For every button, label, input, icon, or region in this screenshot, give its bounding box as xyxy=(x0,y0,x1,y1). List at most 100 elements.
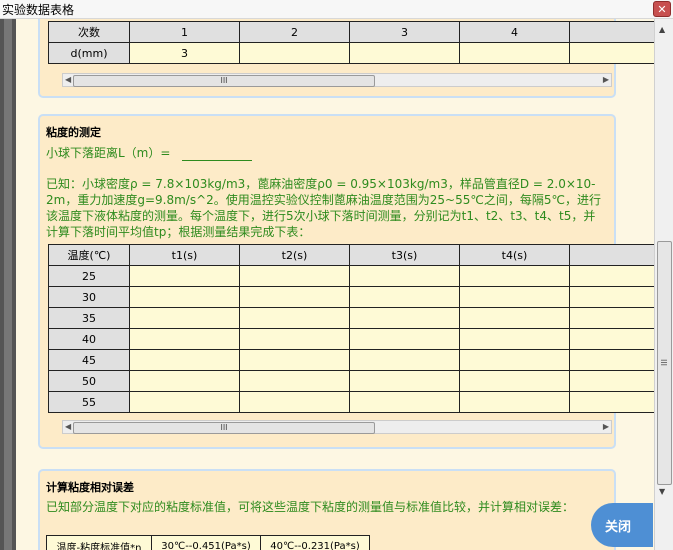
viscosity-panel: 粘度的测定 小球下落距离L（m）= 已知：小球密度ρ = 7.8×103kg/m… xyxy=(38,114,654,449)
column-header: 1 xyxy=(129,21,240,43)
content-area: 次数 1 2 3 4 d(mm) 3 ◀ III ▶ 粘度的测定 小球下落距离L… xyxy=(16,19,654,550)
time-cell[interactable] xyxy=(459,349,570,371)
time-cell[interactable] xyxy=(349,349,460,371)
count-header: 次数 xyxy=(48,21,130,43)
table-row: 温度-粘度标准值*n 30℃--0.451(Pa*s) 40℃--0.231(P… xyxy=(46,535,370,550)
close-button[interactable]: 关闭 xyxy=(591,503,653,547)
time-cell[interactable] xyxy=(459,370,570,392)
time-cell[interactable] xyxy=(129,307,240,329)
viscosity-title: 粘度的测定 xyxy=(46,126,101,139)
time-cell[interactable] xyxy=(239,286,350,308)
relative-error-description: 已知部分温度下对应的粘度标准值，可将这些温度下粘度的测量值与标准值比较，并计算相… xyxy=(46,500,575,514)
temperature-cell: 40 xyxy=(48,328,130,350)
table-row: d(mm) 3 xyxy=(48,42,654,64)
vertical-scroll-thumb[interactable]: III xyxy=(657,241,672,485)
relative-error-panel: 计算粘度相对误差 已知部分温度下对应的粘度标准值，可将这些温度下粘度的测量值与标… xyxy=(38,469,616,550)
relative-error-title: 计算粘度相对误差 xyxy=(46,481,134,494)
table-row: 温度(℃) t1(s) t2(s) t3(s) t4(s) t xyxy=(48,244,654,266)
temperature-cell: 50 xyxy=(48,370,130,392)
diameter-cell[interactable] xyxy=(459,42,570,64)
diameter-panel: 次数 1 2 3 4 d(mm) 3 ◀ III ▶ xyxy=(38,19,654,98)
scroll-right-icon[interactable]: ▶ xyxy=(603,75,609,84)
time-cell[interactable] xyxy=(349,328,460,350)
column-header: t3(s) xyxy=(349,244,460,266)
table-row: 25 xyxy=(48,265,654,287)
time-cell[interactable] xyxy=(239,328,350,350)
fall-distance-input[interactable] xyxy=(182,148,253,161)
time-cell[interactable] xyxy=(129,286,240,308)
standard-cell: 30℃--0.451(Pa*s) xyxy=(151,535,261,550)
scroll-up-icon[interactable]: ▲ xyxy=(659,25,665,34)
standard-cell: 温度-粘度标准值*n xyxy=(46,535,152,550)
column-header: t xyxy=(569,244,654,266)
time-cell[interactable] xyxy=(239,307,350,329)
time-cell[interactable] xyxy=(239,349,350,371)
scroll-thumb[interactable]: III xyxy=(73,422,375,434)
scroll-thumb[interactable]: III xyxy=(73,75,375,87)
table-row: 55 xyxy=(48,391,654,413)
scroll-down-icon[interactable]: ▼ xyxy=(659,487,665,496)
time-cell[interactable] xyxy=(569,328,654,350)
diameter-cell[interactable]: 3 xyxy=(129,42,240,64)
time-cell[interactable] xyxy=(349,307,460,329)
table-row: 次数 1 2 3 4 xyxy=(48,21,654,43)
column-header: 2 xyxy=(239,21,350,43)
time-cell[interactable] xyxy=(239,391,350,413)
scroll-left-icon[interactable]: ◀ xyxy=(65,75,71,84)
scroll-left-icon[interactable]: ◀ xyxy=(65,422,71,431)
time-cell[interactable] xyxy=(569,349,654,371)
column-header xyxy=(569,21,654,43)
time-cell[interactable] xyxy=(459,307,570,329)
temperature-cell: 25 xyxy=(48,265,130,287)
time-cell[interactable] xyxy=(349,265,460,287)
viscosity-description: 已知：小球密度ρ = 7.8×103kg/m3，蓖麻油密度ρ0 = 0.95×1… xyxy=(46,177,601,239)
time-cell[interactable] xyxy=(349,370,460,392)
column-header: 温度(℃) xyxy=(48,244,130,266)
scroll-grip: III xyxy=(659,358,669,367)
temperature-cell: 45 xyxy=(48,349,130,371)
time-cell[interactable] xyxy=(129,265,240,287)
time-cell[interactable] xyxy=(569,265,654,287)
vertical-scrollbar[interactable]: ▲ III ▼ xyxy=(654,19,673,550)
table-row: 45 xyxy=(48,349,654,371)
time-cell[interactable] xyxy=(129,349,240,371)
table-row: 50 xyxy=(48,370,654,392)
window-title: 实验数据表格 xyxy=(2,3,75,17)
column-header: 4 xyxy=(459,21,570,43)
temperature-cell: 30 xyxy=(48,286,130,308)
time-cell[interactable] xyxy=(239,265,350,287)
time-cell[interactable] xyxy=(459,328,570,350)
time-cell[interactable] xyxy=(569,286,654,308)
scroll-right-icon[interactable]: ▶ xyxy=(603,422,609,431)
diameter-cell[interactable] xyxy=(349,42,460,64)
diameter-cell[interactable] xyxy=(239,42,350,64)
temperature-cell: 35 xyxy=(48,307,130,329)
column-header: t2(s) xyxy=(239,244,350,266)
diameter-cell[interactable] xyxy=(569,42,654,64)
column-header: 3 xyxy=(349,21,460,43)
time-cell[interactable] xyxy=(129,391,240,413)
window-close-button[interactable]: ✕ xyxy=(653,1,671,17)
standard-values-table: 温度-粘度标准值*n 30℃--0.451(Pa*s) 40℃--0.231(P… xyxy=(46,535,370,550)
left-frame xyxy=(0,19,16,550)
temperature-cell: 55 xyxy=(48,391,130,413)
time-cell[interactable] xyxy=(569,370,654,392)
time-cell[interactable] xyxy=(459,391,570,413)
fall-distance-row: 小球下落距离L（m）= xyxy=(46,144,253,161)
time-cell[interactable] xyxy=(459,286,570,308)
time-cell[interactable] xyxy=(129,370,240,392)
time-cell[interactable] xyxy=(349,391,460,413)
diameter-table: 次数 1 2 3 4 d(mm) 3 xyxy=(48,21,654,64)
diameter-hscroll[interactable]: ◀ III ▶ xyxy=(62,73,612,87)
time-cell[interactable] xyxy=(239,370,350,392)
time-cell[interactable] xyxy=(459,265,570,287)
time-cell[interactable] xyxy=(129,328,240,350)
time-cell[interactable] xyxy=(349,286,460,308)
table-row: 35 xyxy=(48,307,654,329)
column-header: t1(s) xyxy=(129,244,240,266)
time-cell[interactable] xyxy=(569,307,654,329)
row-label: d(mm) xyxy=(48,42,130,64)
column-header: t4(s) xyxy=(459,244,570,266)
viscosity-hscroll[interactable]: ◀ III ▶ xyxy=(62,420,612,434)
time-cell[interactable] xyxy=(569,391,654,413)
